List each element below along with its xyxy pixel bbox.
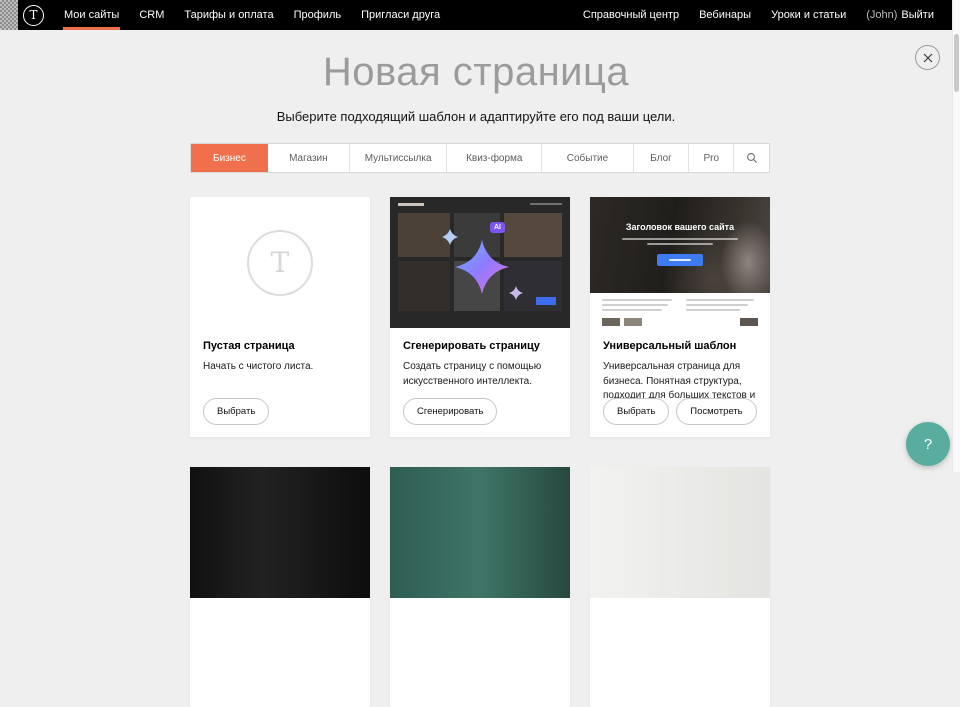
search-icon: [746, 152, 758, 164]
preview-thumbnail: [602, 318, 620, 326]
template-tabs: Бизнес Магазин Мультиссылка Квиз-форма С…: [190, 143, 770, 173]
universal-preview-photo: Заголовок вашего сайта: [590, 197, 770, 293]
main-nav: Мои сайты CRM Тарифы и оплата Профиль Пр…: [54, 0, 450, 30]
nav-crm[interactable]: CRM: [129, 0, 174, 30]
photo-overlay: [590, 197, 770, 293]
tab-pro[interactable]: Pro: [689, 144, 734, 172]
preview-thumbnail: [624, 318, 642, 326]
close-button[interactable]: [915, 45, 940, 70]
universal-preview-text: [590, 293, 770, 328]
preview-detail: [602, 309, 662, 311]
view-button[interactable]: Посмотреть: [676, 398, 756, 425]
card-title: Сгенерировать страницу: [403, 340, 557, 352]
choose-button[interactable]: Выбрать: [603, 398, 669, 425]
preview-detail: [686, 304, 748, 306]
page-subtitle: Выберите подходящий шаблон и адаптируйте…: [0, 109, 952, 124]
nav-tariffs[interactable]: Тарифы и оплата: [174, 0, 283, 30]
template-card-universal: Заголовок вашего сайта: [590, 197, 770, 437]
blank-page-preview[interactable]: T: [190, 197, 370, 328]
template-card-partial-2: [390, 467, 570, 707]
preview-detail: [398, 203, 424, 206]
tab-quiz-form[interactable]: Квиз-форма: [447, 144, 542, 172]
corner-pattern: [0, 0, 18, 30]
preview-letter: T: [271, 246, 290, 279]
card-actions: Выбрать Посмотреть: [603, 398, 757, 425]
tilda-circle-logo-icon: T: [247, 230, 313, 296]
partial-preview[interactable]: [190, 467, 370, 598]
card-title: Универсальный шаблон: [603, 340, 757, 352]
close-icon: [923, 53, 933, 63]
preview-detail: [530, 203, 562, 205]
nav-logout[interactable]: (John) Выйти: [856, 0, 944, 30]
logo-letter: T: [29, 9, 37, 21]
preview-detail: [686, 309, 740, 311]
preview-detail: [622, 238, 738, 240]
help-button[interactable]: ?: [906, 422, 950, 466]
card-description: Начать с чистого листа.: [203, 360, 357, 375]
ai-star-icon: [420, 219, 540, 311]
tab-shop[interactable]: Магазин: [268, 144, 350, 172]
card-body: Пустая страница Начать с чистого листа.: [190, 328, 370, 375]
scrollbar[interactable]: [952, 0, 960, 472]
preview-cta-button: [657, 254, 703, 266]
user-name: (John): [866, 9, 897, 21]
template-card-ai: AI Сгенерировать страницу Создать страни…: [390, 197, 570, 437]
preview-thumbnail: [740, 318, 758, 326]
secondary-nav: Справочный центр Вебинары Уроки и статьи…: [573, 0, 944, 30]
template-card-blank: T Пустая страница Начать с чистого листа…: [190, 197, 370, 437]
universal-preview[interactable]: Заголовок вашего сайта: [590, 197, 770, 328]
topbar: T Мои сайты CRM Тарифы и оплата Профиль …: [0, 0, 960, 30]
card-body: Сгенерировать страницу Создать страницу …: [390, 328, 570, 389]
partial-preview[interactable]: [590, 467, 770, 598]
tab-business[interactable]: Бизнес: [191, 144, 268, 172]
nav-webinars[interactable]: Вебинары: [689, 0, 761, 30]
card-description: Создать страницу с помощью искусственног…: [403, 360, 557, 389]
preview-detail: [686, 299, 754, 301]
template-card-partial-1: [190, 467, 370, 707]
preview-heading: Заголовок вашего сайта: [590, 222, 770, 232]
ai-preview[interactable]: AI: [390, 197, 570, 328]
choose-button[interactable]: Выбрать: [203, 398, 269, 425]
tab-search[interactable]: [734, 144, 769, 172]
template-card-partial-3: [590, 467, 770, 707]
preview-detail: [602, 299, 672, 301]
ai-badge: AI: [490, 222, 505, 233]
tab-event[interactable]: Событие: [542, 144, 634, 172]
preview-detail: [647, 243, 713, 245]
card-title: Пустая страница: [203, 340, 357, 352]
scrollbar-thumb[interactable]: [954, 34, 959, 92]
preview-detail: [602, 304, 668, 306]
tab-multilink[interactable]: Мультиссылка: [350, 144, 448, 172]
tab-blog[interactable]: Блог: [634, 144, 689, 172]
tilda-logo-icon[interactable]: T: [23, 5, 44, 26]
preview-detail: [669, 259, 691, 261]
page-title: Новая страница: [0, 50, 952, 95]
template-grid: T Пустая страница Начать с чистого листа…: [190, 197, 770, 707]
nav-my-sites[interactable]: Мои сайты: [54, 0, 129, 30]
card-actions: Выбрать: [203, 398, 269, 425]
partial-preview[interactable]: [390, 467, 570, 598]
nav-invite-friend[interactable]: Пригласи друга: [351, 0, 450, 30]
generate-button[interactable]: Сгенерировать: [403, 398, 497, 425]
logout-label: Выйти: [901, 9, 934, 21]
nav-lessons[interactable]: Уроки и статьи: [761, 0, 856, 30]
nav-profile[interactable]: Профиль: [284, 0, 352, 30]
nav-help-center[interactable]: Справочный центр: [573, 0, 689, 30]
card-actions: Сгенерировать: [403, 398, 497, 425]
